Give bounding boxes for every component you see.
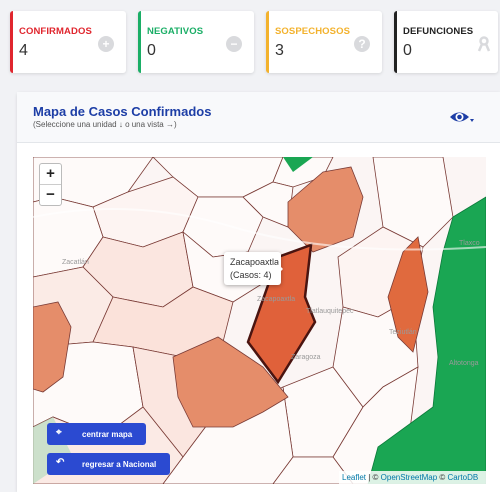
osm-link[interactable]: OpenStreetMap (381, 473, 437, 482)
zoom-control: + − (39, 163, 62, 206)
attribution-separator: | © (366, 473, 381, 482)
card-label: DEFUNCIONES (403, 26, 474, 37)
tooltip-cases: (Casos: 4) (230, 270, 272, 280)
card-value: 3 (275, 42, 284, 59)
card-confirmados: CONFIRMADOS 4 + (10, 11, 126, 73)
zoom-in-button[interactable]: + (40, 164, 61, 185)
panel-header: Mapa de Casos Confirmados (Seleccione un… (17, 92, 500, 143)
map-attribution: Leaflet | © OpenStreetMap © CartoDB (339, 471, 486, 484)
town-label: Tlatlauquitepec (306, 308, 354, 315)
question-circle-icon: ? (354, 36, 370, 52)
minus-circle-icon: − (226, 36, 242, 52)
leaflet-link[interactable]: Leaflet (342, 473, 366, 482)
card-label: SOSPECHOSOS (275, 26, 351, 37)
town-label: Zacapoaxtla (257, 296, 296, 303)
card-defunciones: DEFUNCIONES 0 (394, 11, 498, 73)
town-label: Zaragoza (291, 354, 321, 361)
town-label: Tlaxco (459, 240, 480, 247)
cartodb-link[interactable]: CartoDB (448, 473, 479, 482)
card-value: 4 (19, 42, 28, 59)
card-negativos: NEGATIVOS 0 − (138, 11, 254, 73)
attribution-separator: © (437, 473, 448, 482)
ribbon-icon (476, 36, 492, 52)
crosshair-icon: ⌖ (56, 427, 62, 438)
undo-icon: ↶ (56, 457, 65, 468)
center-map-label: centrar mapa (82, 430, 133, 439)
zoom-out-button[interactable]: − (40, 185, 61, 205)
panel-subtitle: (Seleccione una unidad ↓ o una vista →) (33, 120, 177, 129)
region-tooltip: Zacapoaxtla (Casos: 4) (224, 252, 283, 285)
town-label: Zacatlán (62, 259, 89, 266)
card-value: 0 (147, 42, 156, 59)
town-label: Altotonga (449, 360, 479, 367)
card-sospechosos: SOSPECHOSOS 3 ? (266, 11, 382, 73)
center-map-button[interactable]: ⌖ centrar mapa (47, 423, 146, 445)
card-value: 0 (403, 42, 412, 59)
card-label: CONFIRMADOS (19, 26, 92, 37)
town-label: Teziutlán (389, 329, 417, 336)
tooltip-name: Zacapoaxtla (230, 257, 280, 267)
plus-circle-icon: + (98, 36, 114, 52)
panel-title: Mapa de Casos Confirmados (33, 104, 212, 119)
card-label: NEGATIVOS (147, 26, 204, 37)
back-to-national-button[interactable]: ↶ regresar a Nacional (47, 453, 170, 475)
back-to-national-label: regresar a Nacional (82, 460, 157, 469)
eye-icon[interactable] (449, 108, 475, 128)
